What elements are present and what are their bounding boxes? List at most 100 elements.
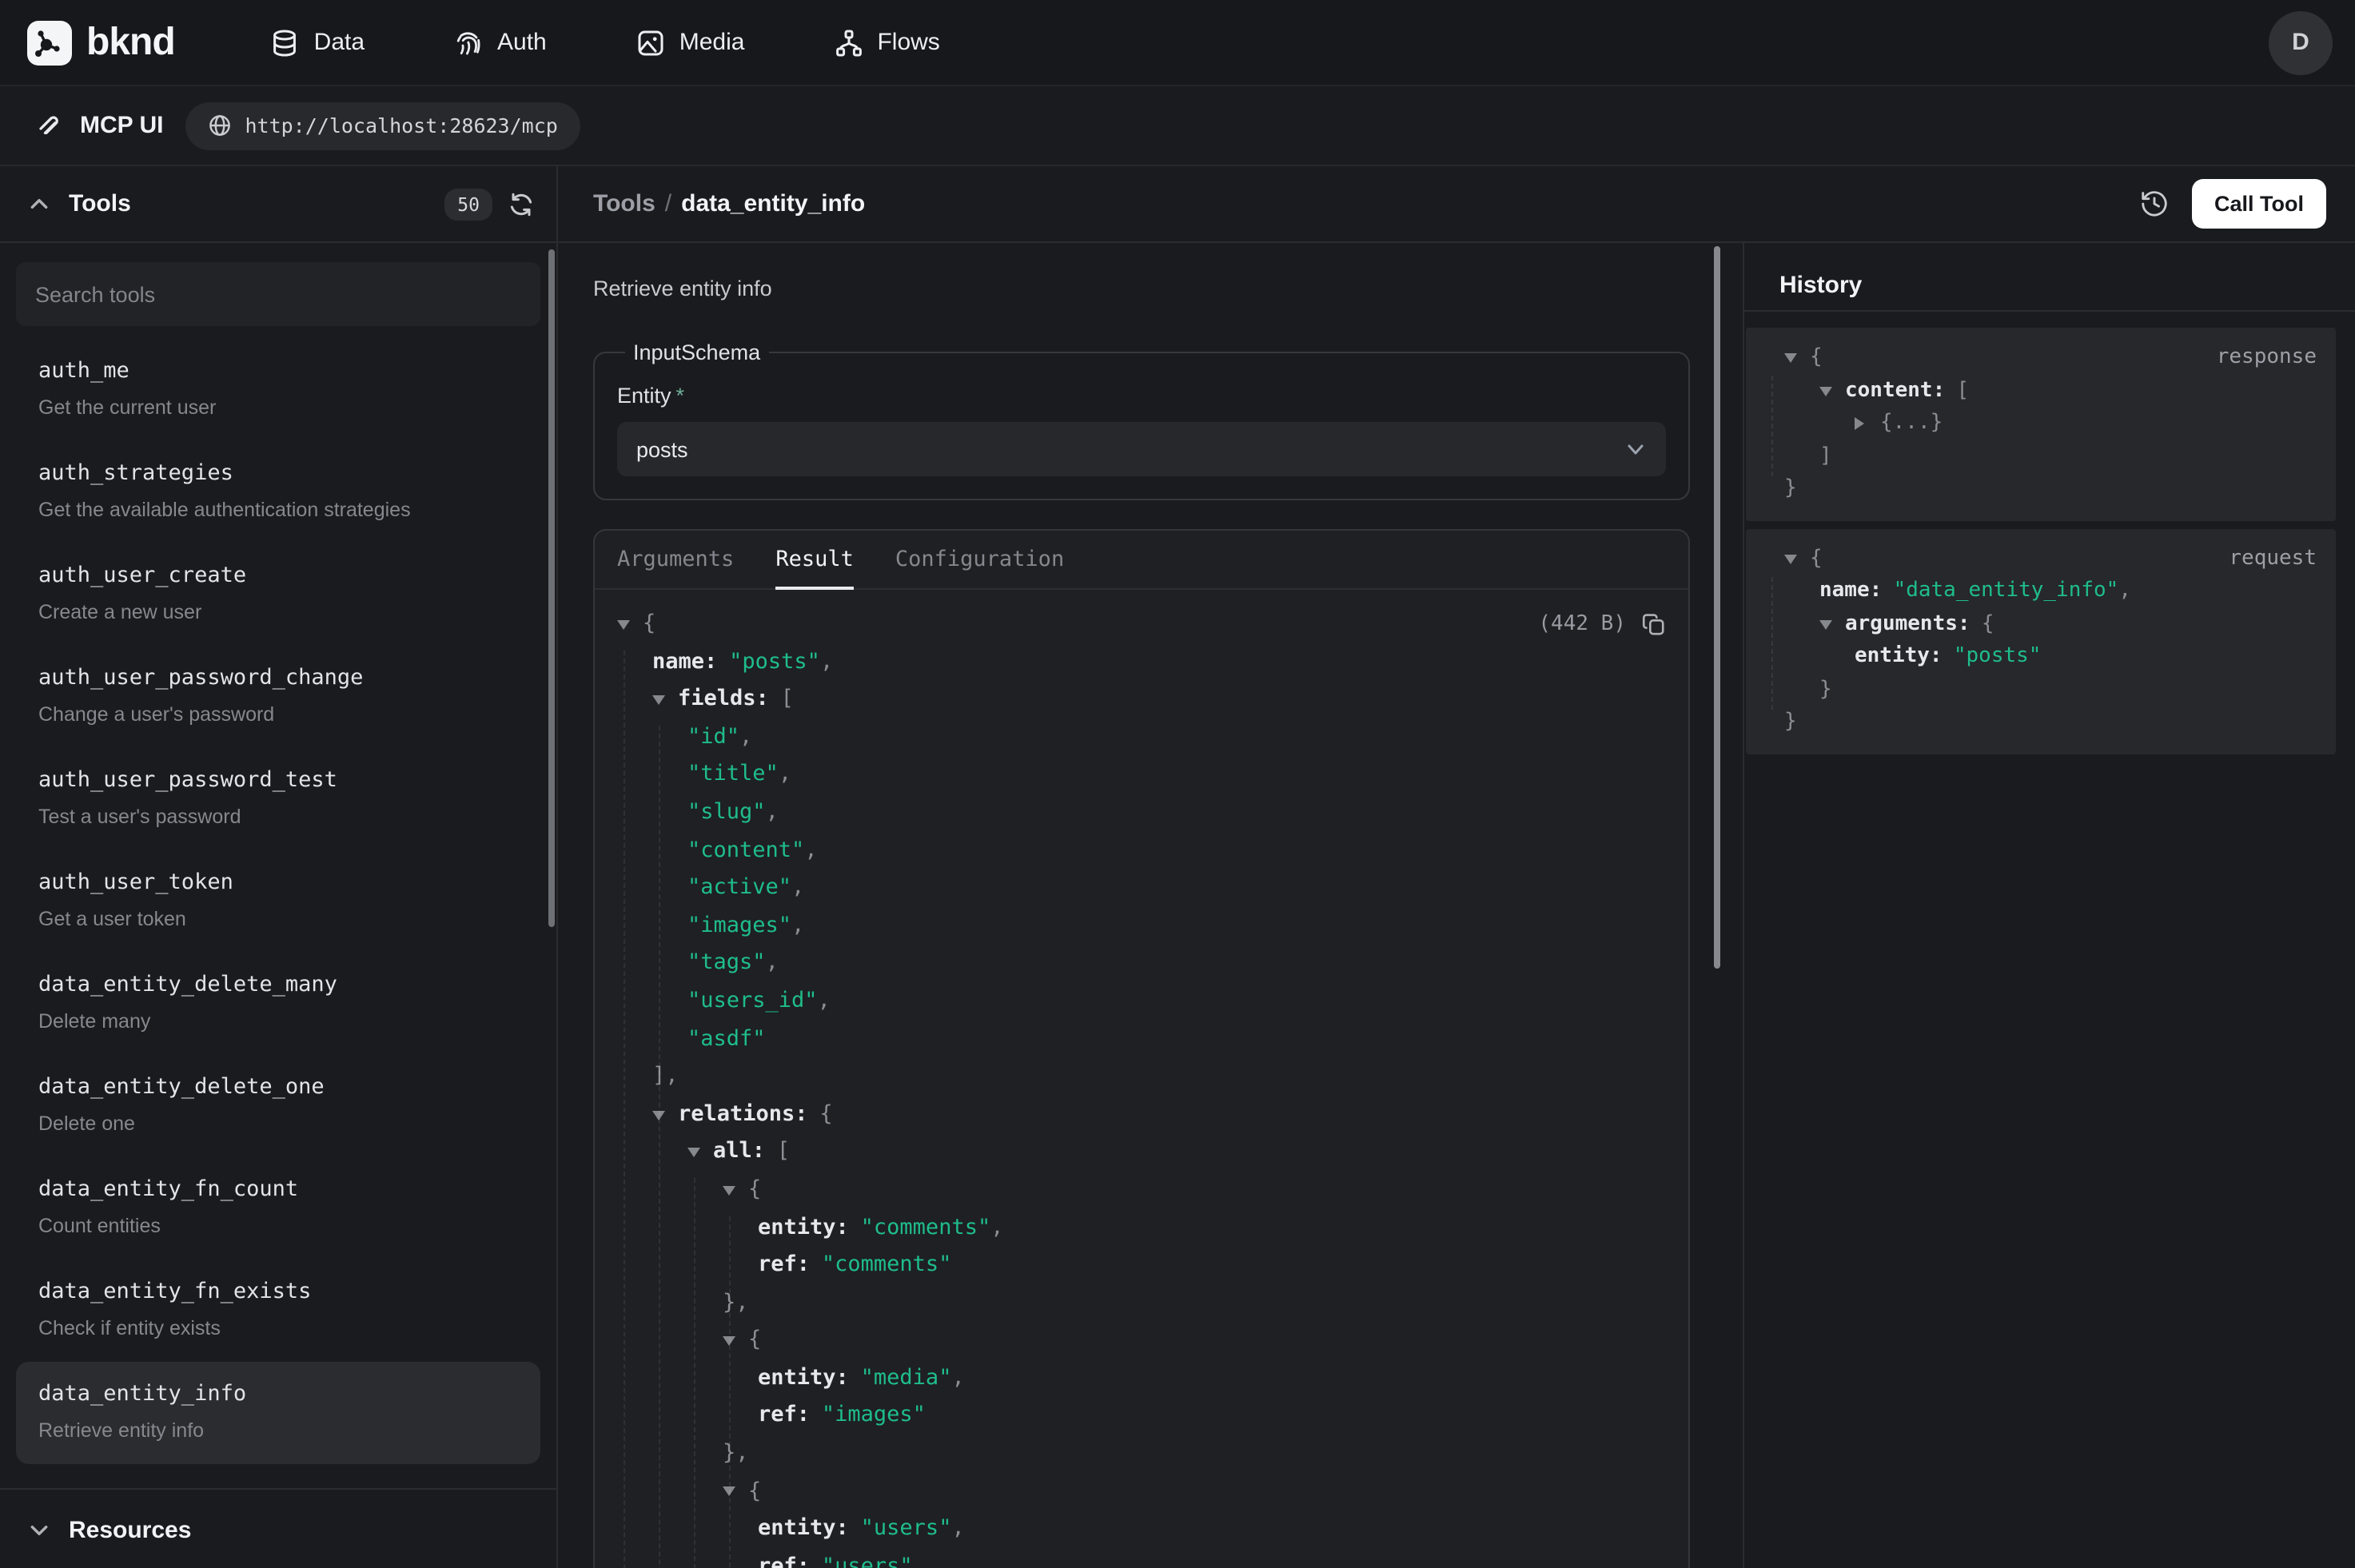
- json-line: }: [1765, 473, 2317, 506]
- json-punctuation: ,: [818, 983, 831, 1021]
- nav-item-media[interactable]: Media: [636, 28, 745, 57]
- user-avatar[interactable]: D: [2269, 10, 2333, 74]
- collapse-caret-icon[interactable]: [687, 1148, 713, 1157]
- tool-list-item-data_entity_delete_one[interactable]: data_entity_delete_oneDelete one: [16, 1055, 540, 1157]
- json-line: {response: [1765, 342, 2317, 375]
- nav-item-data[interactable]: Data: [271, 28, 365, 57]
- collapse-caret-icon[interactable]: [652, 695, 678, 705]
- json-string: "active": [687, 870, 791, 907]
- nav-item-flows[interactable]: Flows: [834, 28, 939, 57]
- history-title: History: [1744, 243, 2355, 310]
- tool-list-item-auth_user_create[interactable]: auth_user_createCreate a new user: [16, 543, 540, 646]
- expand-caret-icon[interactable]: [1855, 418, 1880, 431]
- json-line: "active",: [595, 870, 1666, 907]
- collapse-caret-icon[interactable]: [1784, 555, 1810, 564]
- json-string: "tags": [687, 945, 766, 983]
- bknd-logo-icon: [26, 18, 74, 66]
- json-string: "images": [687, 908, 791, 945]
- history-entry-request[interactable]: {requestname:"data_entity_info",argument…: [1746, 528, 2336, 754]
- tool-list-item-data_entity_delete_many[interactable]: data_entity_delete_manyDelete many: [16, 953, 540, 1055]
- json-key: name:: [652, 643, 717, 681]
- json-line: name:"data_entity_info",: [1765, 575, 2317, 608]
- collapse-caret-icon[interactable]: [652, 1110, 678, 1120]
- json-key: arguments:: [1845, 608, 1970, 641]
- breadcrumb-section[interactable]: Tools: [593, 190, 655, 217]
- tool-list-item-auth_user_password_change[interactable]: auth_user_password_changeChange a user's…: [16, 646, 540, 748]
- tool-list-item-data_entity_info[interactable]: data_entity_infoRetrieve entity info: [16, 1362, 540, 1464]
- call-tool-button[interactable]: Call Tool: [2192, 179, 2326, 229]
- json-line: content:[: [1765, 375, 2317, 408]
- collapse-caret-icon[interactable]: [1819, 387, 1845, 396]
- collapse-caret-icon[interactable]: [1819, 620, 1845, 630]
- json-punctuation: [: [777, 1134, 790, 1172]
- tools-section-header[interactable]: Tools 50: [0, 166, 556, 243]
- sidebar-scrollbar[interactable]: [548, 249, 555, 927]
- collapse-caret-icon[interactable]: [617, 620, 643, 630]
- json-line: {: [595, 1473, 1666, 1510]
- collapse-caret-icon[interactable]: [1784, 354, 1810, 364]
- tool-list-item-data_entity_fn_count[interactable]: data_entity_fn_countCount entities: [16, 1157, 540, 1260]
- json-line: entity:"media",: [595, 1360, 1666, 1398]
- tools-section-title: Tools: [69, 190, 131, 217]
- result-json-tree: {(442 B)name:"posts",fields:["id","title…: [595, 590, 1688, 1568]
- history-entry-response[interactable]: {responsecontent:[{...}]}: [1746, 328, 2336, 520]
- json-string: "users": [822, 1549, 913, 1568]
- tool-list-item-data_entity_fn_exists[interactable]: data_entity_fn_existsCheck if entity exi…: [16, 1260, 540, 1362]
- json-punctuation: {: [748, 1323, 761, 1360]
- collapse-caret-icon[interactable]: [723, 1487, 748, 1497]
- chevron-down-icon: [29, 1519, 50, 1540]
- json-string: "slug": [687, 794, 766, 832]
- tool-name: data_entity_delete_many: [38, 970, 518, 1001]
- tool-list-item-auth_user_password_test[interactable]: auth_user_password_testTest a user's pas…: [16, 748, 540, 850]
- mcp-url-pill[interactable]: http://localhost:28623/mcp: [185, 101, 580, 149]
- json-string: "content": [687, 832, 804, 870]
- json-key: entity:: [758, 1511, 849, 1549]
- copy-icon[interactable]: [1642, 613, 1666, 637]
- json-punctuation: ,: [951, 1360, 964, 1398]
- collapse-caret-icon[interactable]: [723, 1336, 748, 1346]
- entity-select[interactable]: posts: [617, 422, 1666, 476]
- json-key: ref:: [758, 1247, 810, 1284]
- json-punctuation: ,: [804, 832, 817, 870]
- collapse-caret-icon[interactable]: [723, 1185, 748, 1195]
- json-line: "slug",: [595, 794, 1666, 832]
- tab-result[interactable]: Result: [775, 531, 854, 590]
- search-input[interactable]: [16, 262, 540, 326]
- json-line: ],: [595, 1058, 1666, 1096]
- json-line: {...}: [1765, 408, 2317, 440]
- json-line: {request: [1765, 543, 2317, 575]
- json-punctuation: },: [723, 1435, 749, 1473]
- json-line: ref:"users": [595, 1549, 1666, 1568]
- json-key: entity:: [1855, 641, 1943, 674]
- history-clock-icon[interactable]: [2139, 189, 2170, 219]
- json-string: "comments": [861, 1209, 991, 1247]
- breadcrumb-tool-name: data_entity_info: [681, 190, 865, 217]
- result-card: Arguments Result Configuration {(442 B)nam…: [593, 529, 1690, 1568]
- brand-logo[interactable]: bknd: [26, 18, 175, 66]
- tool-name: auth_me: [38, 356, 518, 387]
- nav-item-auth[interactable]: Auth: [454, 28, 547, 57]
- tab-configuration[interactable]: Configuration: [895, 531, 1064, 588]
- json-punctuation: {: [1810, 342, 1823, 375]
- json-string: "comments": [822, 1247, 952, 1284]
- json-punctuation: ,: [766, 945, 779, 983]
- tab-arguments[interactable]: Arguments: [617, 531, 734, 588]
- json-line: {: [595, 1172, 1666, 1209]
- tool-list-item-auth_me[interactable]: auth_meGet the current user: [16, 339, 540, 441]
- required-mark: *: [676, 384, 685, 408]
- tool-list-item-auth_strategies[interactable]: auth_strategiesGet the available authent…: [16, 441, 540, 543]
- refresh-icon[interactable]: [508, 191, 534, 217]
- tool-description: Delete one: [38, 1109, 518, 1140]
- main-scrollbar[interactable]: [1714, 246, 1720, 969]
- json-punctuation: {: [819, 1096, 832, 1133]
- tool-list-item-auth_user_token[interactable]: auth_user_tokenGet a user token: [16, 850, 540, 953]
- json-punctuation: ,: [791, 870, 804, 907]
- tool-description: Retrieve entity info: [38, 1416, 518, 1447]
- tool-list: auth_meGet the current userauth_strategi…: [0, 326, 556, 1488]
- top-nav: bknd Data Auth Media Flows D: [0, 0, 2355, 86]
- brand-name: bknd: [86, 20, 175, 65]
- json-string: "posts": [1954, 641, 2042, 674]
- resources-section-header[interactable]: Resources: [0, 1488, 556, 1568]
- json-punctuation: ,: [951, 1511, 964, 1549]
- image-icon: [636, 28, 665, 57]
